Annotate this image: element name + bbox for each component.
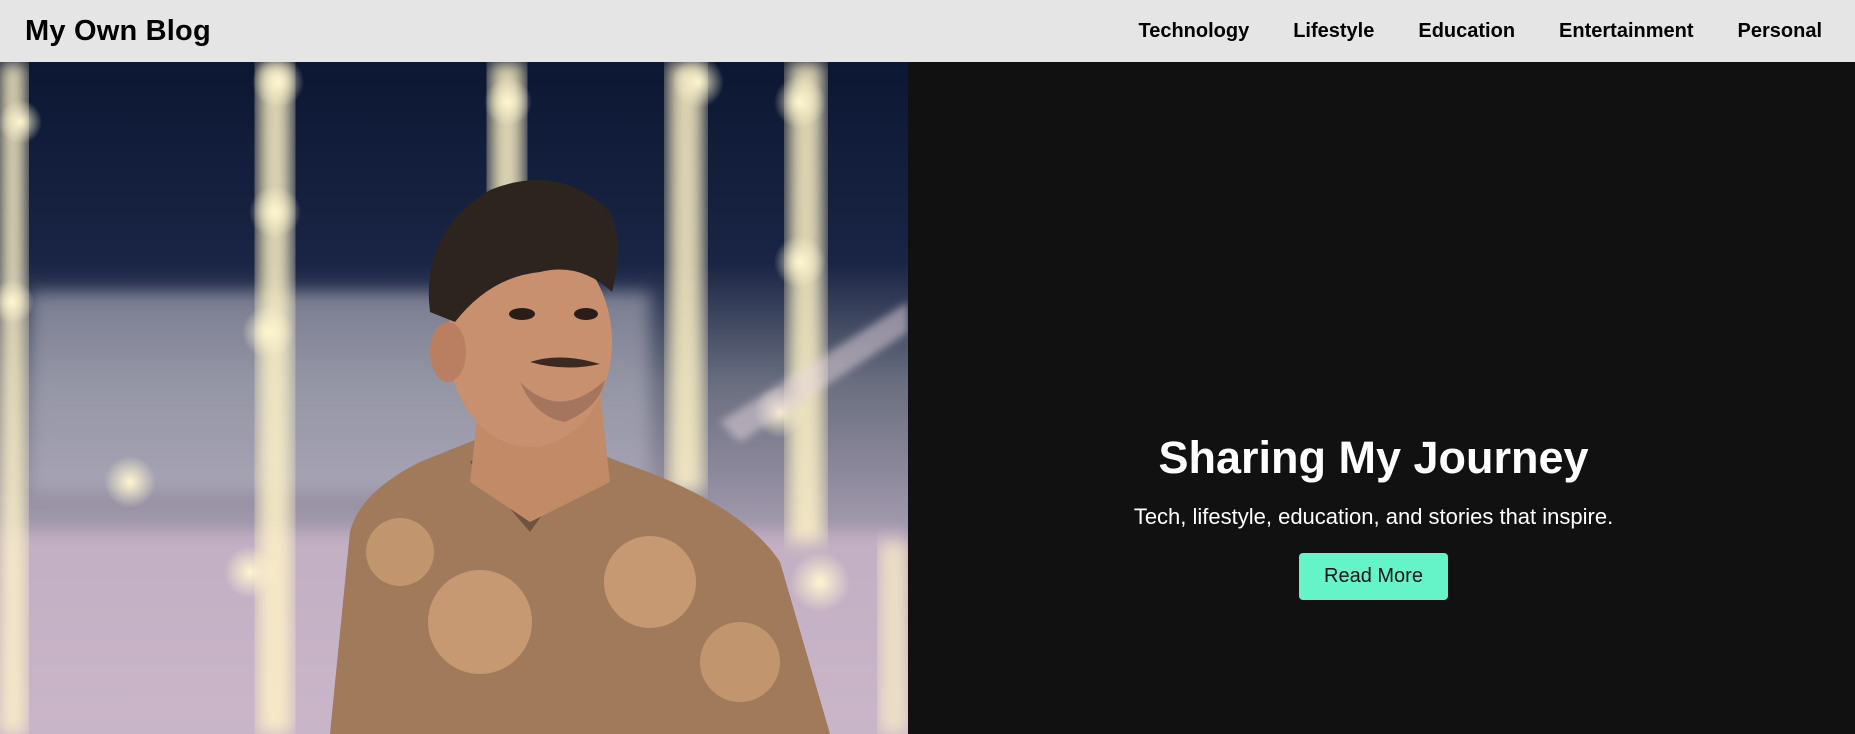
top-navbar: My Own Blog Technology Lifestyle Educati… — [0, 0, 1855, 62]
nav-item-technology[interactable]: Technology — [1138, 20, 1249, 43]
hero-text-block: Sharing My Journey Tech, lifestyle, educ… — [900, 432, 1847, 600]
read-more-button[interactable]: Read More — [1299, 553, 1448, 600]
nav-item-personal[interactable]: Personal — [1738, 20, 1822, 43]
nav-item-education[interactable]: Education — [1418, 20, 1515, 43]
hero-subtitle: Tech, lifestyle, education, and stories … — [1133, 504, 1614, 529]
hero-title: Sharing My Journey — [1158, 432, 1589, 483]
hero-content-panel: Sharing My Journey Tech, lifestyle, educ… — [908, 62, 1855, 734]
nav-item-lifestyle[interactable]: Lifestyle — [1293, 20, 1374, 43]
nav-links: Technology Lifestyle Education Entertain… — [1138, 20, 1822, 43]
hero-portrait-photo — [0, 62, 908, 734]
hero-section: Sharing My Journey Tech, lifestyle, educ… — [0, 62, 1855, 734]
site-brand[interactable]: My Own Blog — [25, 15, 211, 48]
nav-item-entertainment[interactable]: Entertainment — [1559, 20, 1693, 43]
